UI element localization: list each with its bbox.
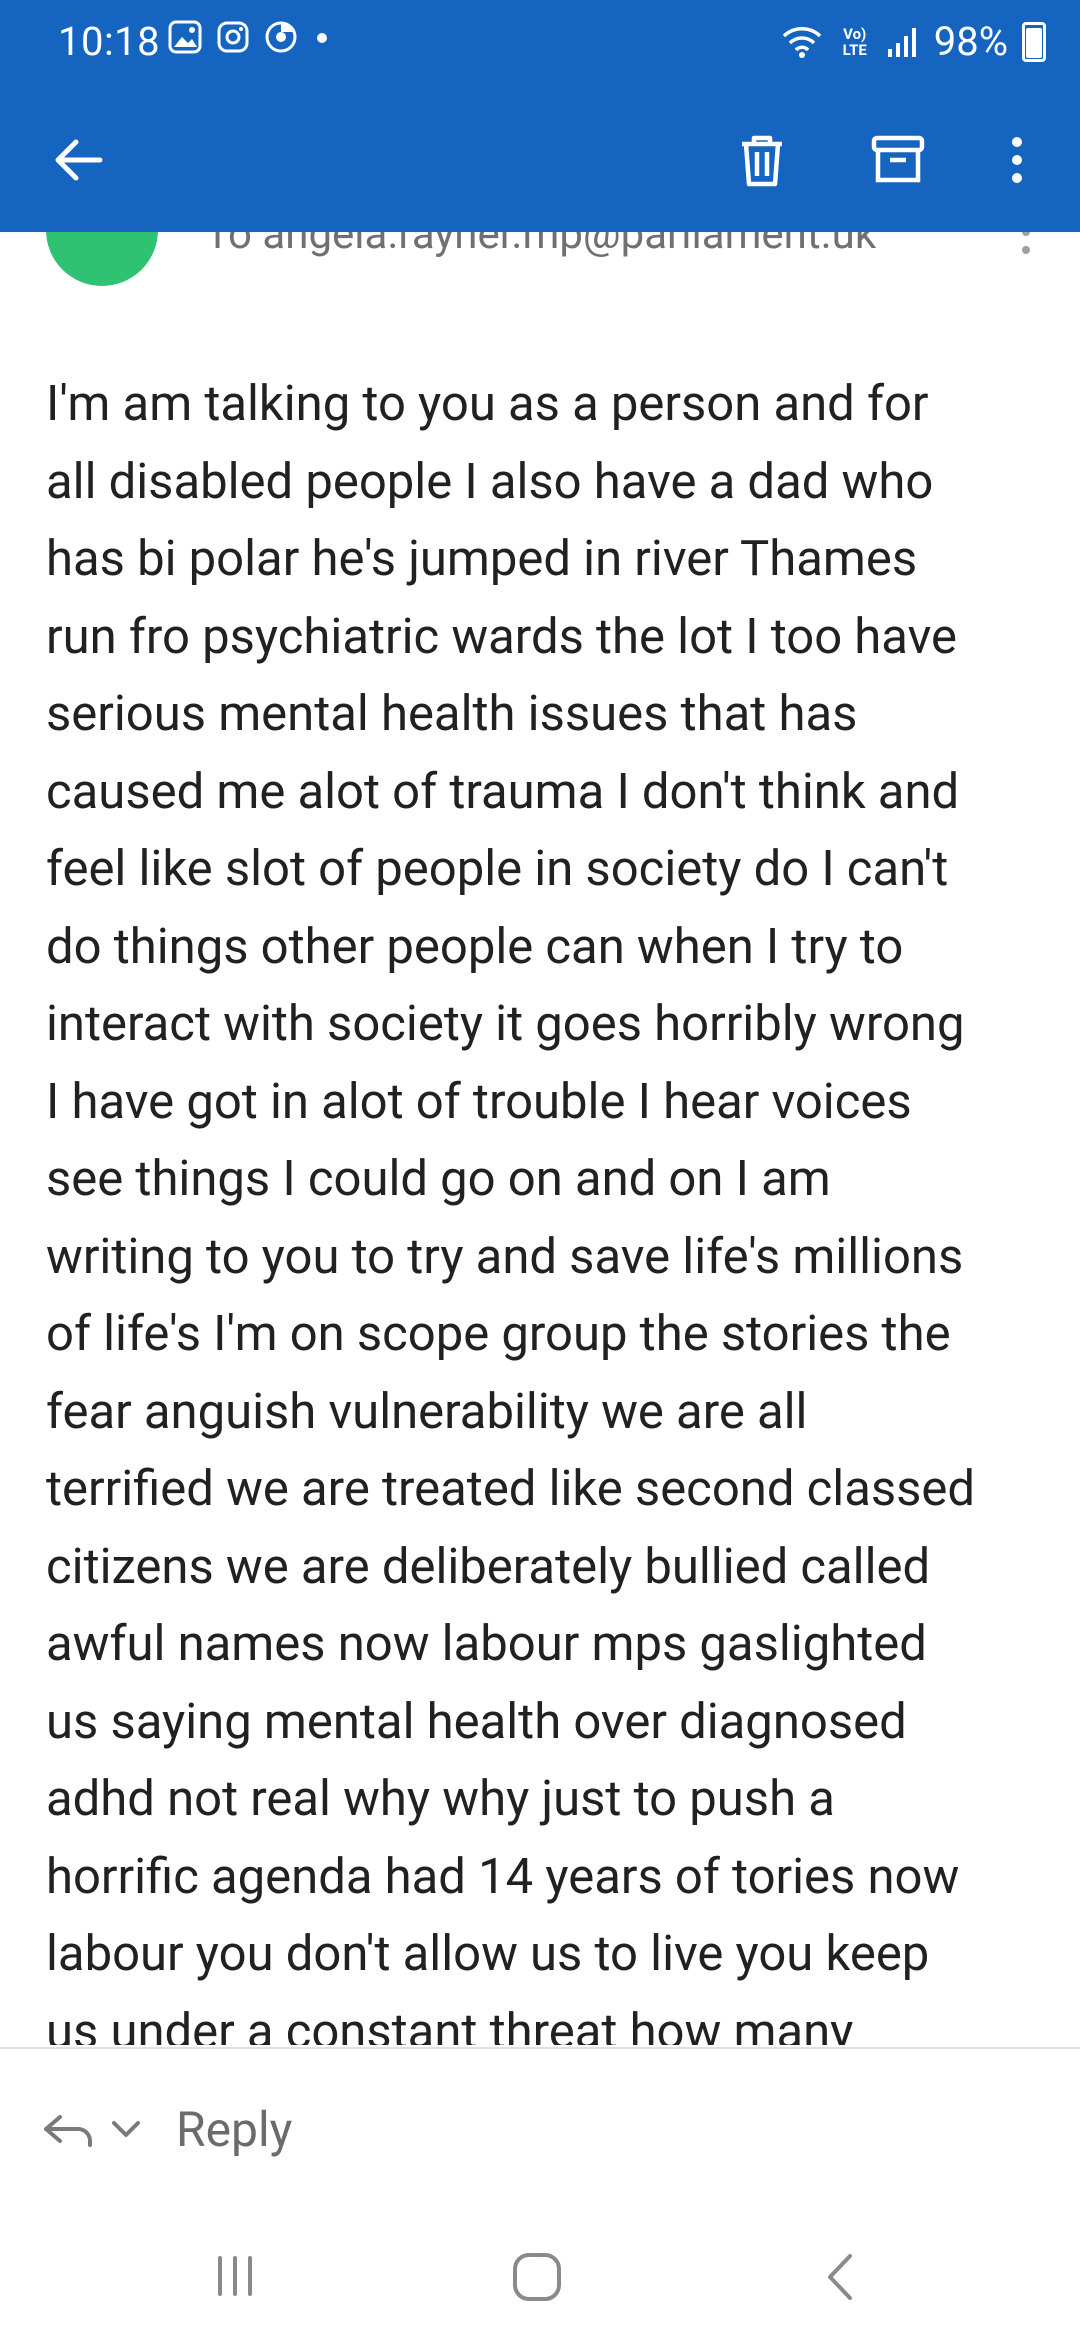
instagram-icon [217, 21, 249, 53]
wifi-icon [782, 26, 821, 58]
message-more-icon[interactable] [1016, 232, 1036, 266]
sender-header: To angela.rayner.mp@parliament.uk [0, 232, 1080, 292]
more-options-button[interactable] [985, 128, 1049, 192]
reply-chevron-icon [44, 2115, 140, 2147]
back-button[interactable] [46, 128, 110, 192]
reply-options-button[interactable] [40, 2099, 150, 2163]
back-nav-icon[interactable] [820, 2250, 860, 2304]
home-icon[interactable] [510, 2250, 564, 2304]
sender-avatar[interactable] [46, 232, 158, 286]
archive-button[interactable] [866, 128, 930, 192]
app-bar: 10:18 Vo) LTE 98% [0, 0, 1080, 232]
arrow-left-icon [55, 139, 103, 181]
archive-icon [871, 135, 925, 183]
dot-icon [317, 33, 327, 43]
toolbar [0, 100, 1080, 210]
notification-icons [168, 20, 332, 54]
delete-button[interactable] [730, 128, 794, 192]
trash-icon [742, 135, 782, 187]
battery-icon [1022, 21, 1046, 62]
system-nav-bar [0, 2220, 1080, 2340]
status-right: Vo) LTE 98% [780, 18, 1046, 65]
recipient-line[interactable]: To angela.rayner.mp@parliament.uk [205, 232, 876, 259]
chrome-icon [265, 21, 297, 53]
status-bar: 10:18 Vo) LTE 98% [0, 0, 1080, 82]
message-body: I'm am talking to you as a person and fo… [46, 375, 976, 2045]
recent-apps-icon[interactable] [210, 2250, 260, 2300]
gallery-icon [168, 20, 202, 54]
battery-percentage: 98% [933, 18, 1008, 65]
status-time: 10:18 [58, 18, 161, 65]
more-vert-icon [1012, 137, 1022, 183]
network-type-label: Vo) LTE [842, 24, 867, 59]
reply-button[interactable]: Reply [176, 2101, 292, 2158]
signal-icon [887, 27, 916, 57]
